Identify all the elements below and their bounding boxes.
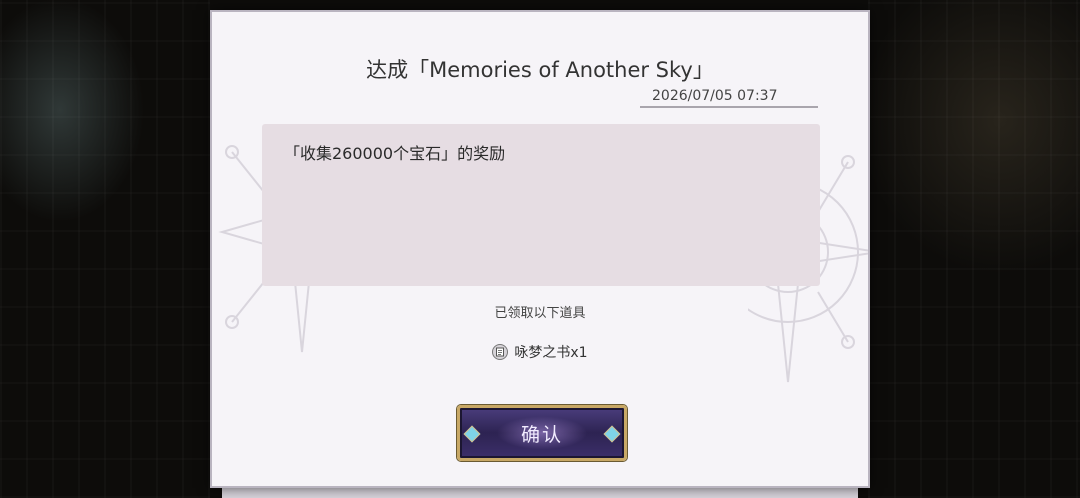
dialog-shadow-strip (222, 488, 858, 498)
reward-dialog: 达成「Memories of Another Sky」 2026/07/05 0… (210, 10, 870, 488)
background-scenery-right (868, 0, 1080, 498)
confirm-button-label: 确认 (520, 423, 563, 446)
received-items-label: 已领取以下道具 (494, 306, 586, 321)
message-box: 「收集260000个宝石」的奖励 (262, 124, 820, 286)
confirm-button[interactable]: 确认 (457, 405, 627, 461)
message-text: 「收集260000个宝石」的奖励 (284, 144, 506, 163)
book-icon (492, 344, 509, 360)
gem-icon (603, 425, 621, 443)
reward-item-label: 咏梦之书x1 (514, 345, 588, 361)
gem-icon (463, 425, 481, 443)
dialog-title: 达成「Memories of Another Sky」 (366, 58, 714, 82)
background-scenery-left (0, 0, 210, 498)
timestamp: 2026/07/05 07:37 (640, 88, 818, 108)
reward-item: 咏梦之书x1 (212, 342, 868, 362)
